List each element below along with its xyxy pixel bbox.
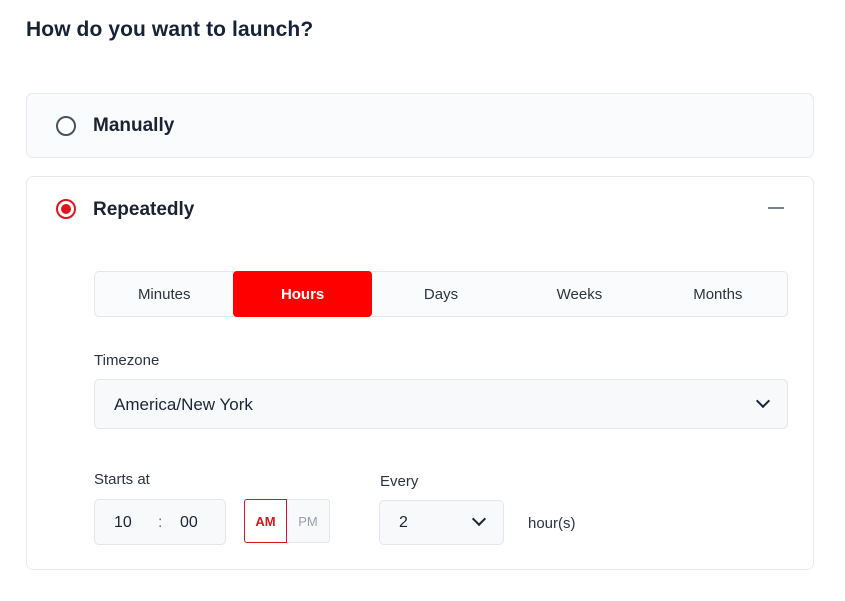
tab-hours[interactable]: Hours <box>233 271 372 317</box>
starts-at-label: Starts at <box>94 471 150 488</box>
start-hour-input[interactable]: 10 <box>114 514 132 532</box>
pm-button[interactable]: PM <box>287 499 330 543</box>
timezone-select[interactable]: America/New York <box>94 379 788 429</box>
tab-days[interactable]: Days <box>372 272 510 316</box>
every-select[interactable]: 2 <box>379 500 504 545</box>
page-title: How do you want to launch? <box>26 18 314 41</box>
launch-option-manual[interactable]: Manually <box>26 93 814 158</box>
radio-dot-icon <box>61 204 71 214</box>
start-minute-input[interactable]: 00 <box>180 514 198 532</box>
tab-minutes[interactable]: Minutes <box>95 272 233 316</box>
am-pm-toggle: AM PM <box>244 499 330 543</box>
tab-weeks[interactable]: Weeks <box>510 272 648 316</box>
radio-checked-icon[interactable] <box>56 199 76 219</box>
option-label-manual: Manually <box>93 115 175 136</box>
chevron-down-icon <box>471 511 487 527</box>
every-value: 2 <box>399 514 408 531</box>
timezone-value: America/New York <box>114 395 253 414</box>
time-separator: : <box>158 514 163 531</box>
am-button[interactable]: AM <box>244 499 287 543</box>
timezone-label: Timezone <box>94 352 160 369</box>
tab-months[interactable]: Months <box>649 272 787 316</box>
launch-option-repeat: Repeatedly Minutes Hours Days Weeks Mont… <box>26 176 814 570</box>
start-time-input[interactable]: 10 : 00 <box>94 499 226 545</box>
frequency-tabs: Minutes Hours Days Weeks Months <box>94 271 788 317</box>
every-unit-label: hour(s) <box>528 515 576 532</box>
collapse-minus-icon[interactable] <box>768 207 784 209</box>
radio-unchecked-icon[interactable] <box>56 116 76 136</box>
option-label-repeat[interactable]: Repeatedly <box>93 199 194 221</box>
chevron-down-icon <box>755 393 771 409</box>
every-label: Every <box>380 473 419 490</box>
